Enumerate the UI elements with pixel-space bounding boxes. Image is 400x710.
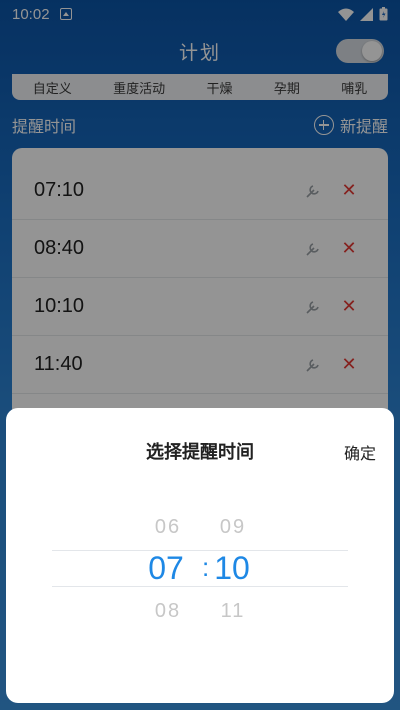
selection-divider-top bbox=[52, 550, 348, 551]
hour-wheel-selected[interactable]: 07 bbox=[136, 550, 196, 587]
picker-title: 选择提醒时间 bbox=[146, 442, 254, 463]
hour-wheel-next[interactable]: 08 bbox=[138, 600, 198, 623]
time-picker-sheet: 选择提醒时间 确定 06 07 08 : 09 10 11 bbox=[6, 408, 394, 703]
minute-wheel-next[interactable]: 11 bbox=[203, 600, 263, 623]
selection-divider-bottom bbox=[52, 586, 348, 587]
confirm-button[interactable]: 确定 bbox=[344, 440, 376, 464]
hour-wheel-prev[interactable]: 06 bbox=[138, 516, 198, 539]
minute-wheel-selected[interactable]: 10 bbox=[202, 550, 262, 587]
minute-wheel-prev[interactable]: 09 bbox=[203, 516, 263, 539]
